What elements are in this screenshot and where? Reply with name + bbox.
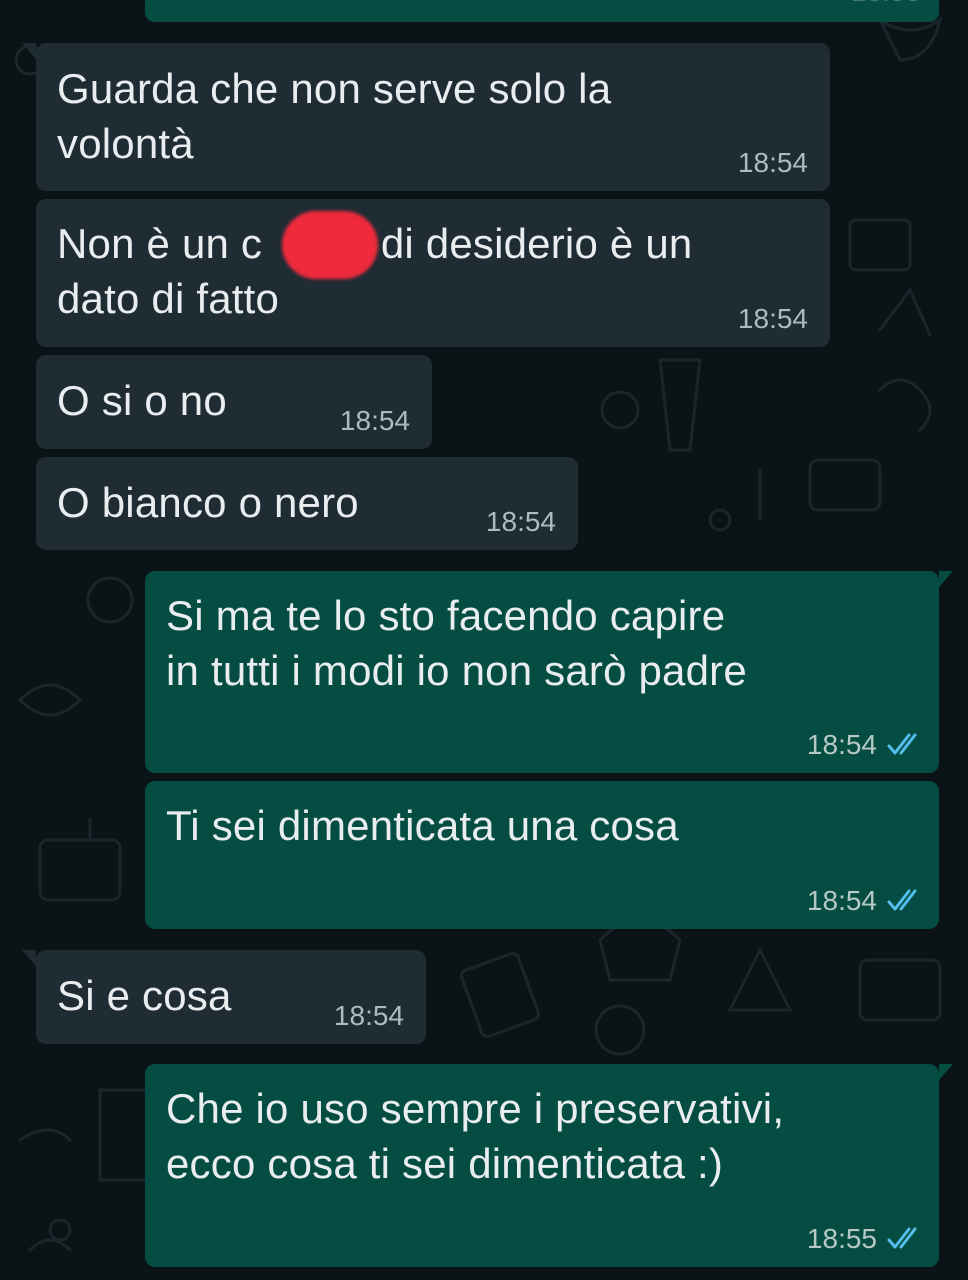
incoming-message[interactable]: Non è un c di desiderio è un dato di fat… (36, 199, 830, 347)
outgoing-message[interactable]: Ti sei dimenticata una cosa 18:54 (145, 781, 939, 929)
message-meta: 18:54 (340, 405, 410, 437)
message-text: Guarda che non serve solo la volontà (57, 65, 612, 167)
outgoing-message[interactable]: Che io uso sempre i preservativi, ecco c… (145, 1064, 953, 1267)
message-time: 18:54 (737, 303, 808, 334)
partial-outgoing-message[interactable]: 18:53 (145, 0, 939, 22)
message-meta: 18:54 (738, 303, 808, 335)
message-time: 18:54 (485, 506, 556, 537)
message-time: 18:53 (851, 0, 921, 8)
read-ticks-icon (887, 733, 917, 755)
message-meta: 18:54 (334, 1000, 404, 1032)
message-meta: 18:55 (807, 1223, 921, 1255)
message-meta: 18:53 (851, 0, 921, 8)
incoming-message[interactable]: O si o no 18:54 (36, 355, 432, 449)
message-meta: 18:54 (807, 885, 921, 917)
redaction-mark (282, 211, 378, 279)
message-text: O bianco o nero (57, 479, 359, 526)
message-time: 18:54 (339, 405, 410, 436)
bubble-tail (22, 950, 36, 966)
message-text: O si o no (57, 377, 227, 424)
outgoing-message[interactable]: Si ma te lo sto facendo capire in tutti … (145, 571, 953, 773)
incoming-message[interactable]: O bianco o nero 18:54 (36, 457, 578, 550)
chat-area[interactable]: 18:53 Guarda che non serve solo la volon… (0, 0, 968, 1280)
message-text: Che io uso sempre i preservativi, ecco c… (166, 1085, 785, 1187)
message-meta: 18:54 (738, 147, 808, 179)
message-text: Ti sei dimenticata una cosa (166, 802, 679, 849)
message-text: Si ma te lo sto facendo capire in tutti … (166, 592, 747, 694)
message-time: 18:54 (333, 1000, 404, 1031)
message-time: 18:54 (737, 147, 808, 178)
incoming-message[interactable]: Guarda che non serve solo la volontà 18:… (22, 43, 830, 191)
incoming-message[interactable]: Si e cosa 18:54 (22, 950, 426, 1044)
message-text: Si e cosa (57, 972, 232, 1019)
bubble-tail (939, 1064, 953, 1080)
bubble-tail (939, 571, 953, 587)
read-ticks-icon (887, 1227, 917, 1249)
bubble-tail (22, 43, 36, 59)
message-time: 18:54 (806, 885, 877, 916)
message-meta: 18:54 (807, 729, 921, 761)
message-time: 18:54 (806, 729, 877, 760)
message-time: 18:55 (806, 1223, 877, 1254)
message-meta: 18:54 (486, 506, 556, 538)
read-ticks-icon (887, 889, 917, 911)
